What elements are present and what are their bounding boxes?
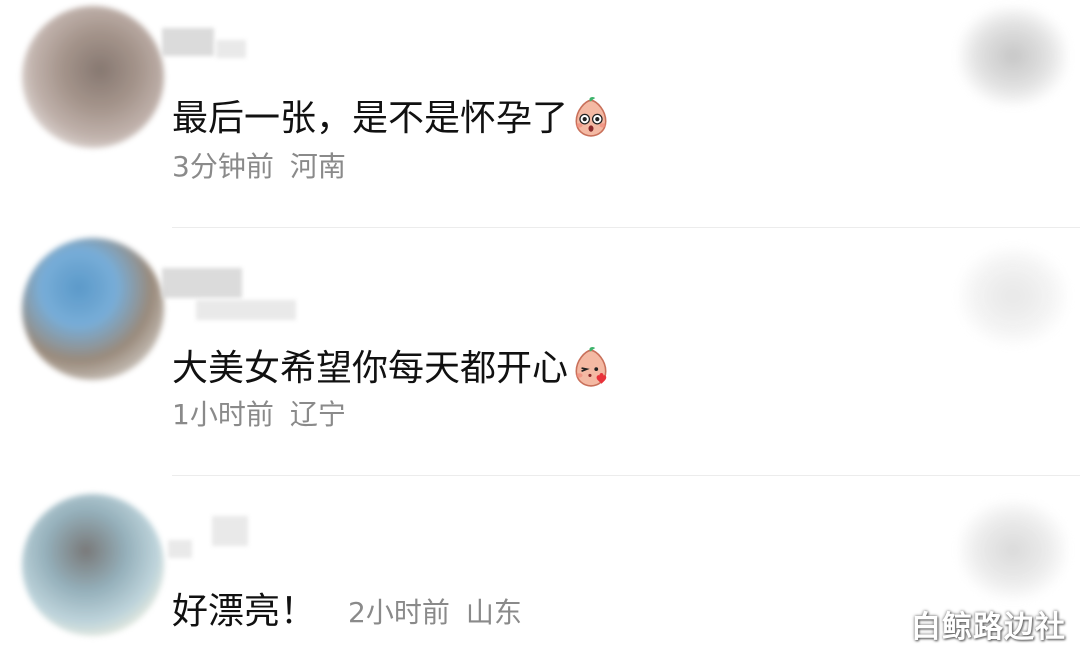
comment-body: 好漂亮！ [172,591,317,632]
comment-location: 山东 [465,596,522,629]
comment-body: 最后一张，是不是怀孕了 [172,98,569,139]
avatar[interactable] [22,494,164,636]
like-button-blurred[interactable] [958,246,1068,346]
like-button-blurred[interactable] [958,500,1068,600]
comment-location: 辽宁 [289,398,346,431]
peach-shocked-emoji [575,97,607,137]
peach-kiss-emoji [575,347,607,387]
username-blurred [196,300,296,320]
comment-meta: 3分钟前 河南 [172,150,346,184]
comment-meta: 1小时前 辽宁 [172,398,346,432]
comment-text: 大美女希望你每天都开心 [172,346,612,391]
comment-item: 最后一张，是不是怀孕了 3分钟前 河南 [0,0,1080,228]
username-blurred[interactable] [162,28,214,56]
comment-meta: 2小时前 山东 [348,596,522,630]
comment-text: 最后一张，是不是怀孕了 [172,96,612,141]
comment-location: 河南 [289,150,346,183]
comment-body: 大美女希望你每天都开心 [172,348,569,389]
username-blurred[interactable] [212,516,248,546]
comment-text: 好漂亮！ [172,590,316,634]
comment-time: 3分钟前 [172,150,274,183]
avatar[interactable] [22,6,164,148]
comment-time: 1小时前 [172,398,274,431]
username-blurred[interactable] [162,268,242,298]
avatar[interactable] [22,238,164,380]
comment-item: 大美女希望你每天都开心 1小时前 辽宁 [0,228,1080,476]
watermark: 白鲸路边社 [911,610,1066,645]
comment-list: 最后一张，是不是怀孕了 3分钟前 河南 大美女希望你每天都开心 1小时前 辽宁 … [0,0,1080,664]
like-button-blurred[interactable] [958,6,1068,106]
username-blurred [168,540,192,558]
username-blurred [216,40,246,58]
comment-time: 2小时前 [348,596,450,629]
